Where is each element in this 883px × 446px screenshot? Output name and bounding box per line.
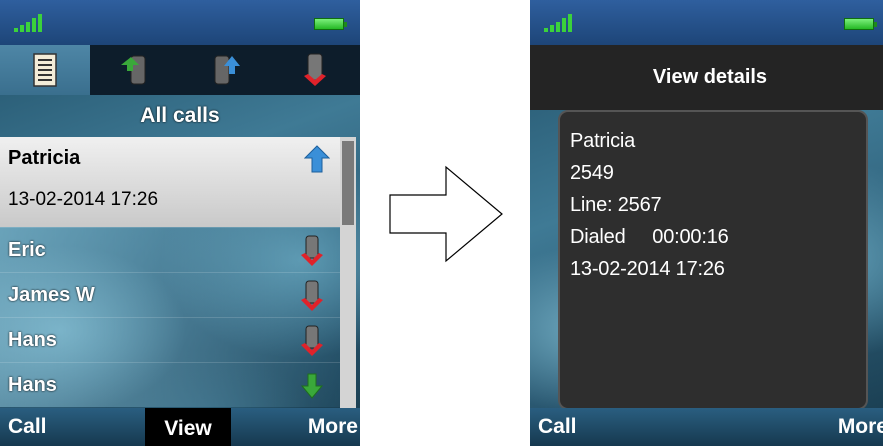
entry-name: Hans [8,374,57,396]
battery-icon [314,18,347,30]
entry-name: Eric [8,239,46,261]
detail-dialed: Dialed 00:00:16 [570,226,729,248]
incoming-arrow-icon [300,373,324,399]
more-softkey[interactable]: More [308,408,358,446]
detail-line: Line: 2567 [570,194,662,216]
outgoing-arrow-icon [304,145,330,173]
page-title: View details [530,45,883,110]
list-item[interactable]: Hans [0,317,340,362]
outgoing-call-icon [214,55,240,85]
scrollbar-thumb[interactable] [342,141,354,225]
entry-name: Patricia [8,147,81,169]
status-bar [0,0,360,45]
call-softkey[interactable]: Call [8,408,47,446]
call-softkey[interactable]: Call [538,408,577,446]
tab-all-calls[interactable] [0,45,90,95]
selected-call-entry[interactable]: Patricia 13-02-2014 17:26 [0,137,340,227]
battery-icon [844,18,877,30]
softkey-bar: Call View More [0,408,360,446]
entry-name: James W [8,284,95,306]
entry-datetime: 13-02-2014 17:26 [8,189,159,210]
call-type-tabs [0,45,360,95]
transition-arrow-icon [389,165,503,263]
detail-number: 2549 [570,162,614,184]
detail-datetime: 13-02-2014 17:26 [570,258,725,280]
list-item[interactable]: Hans [0,362,340,407]
scrollbar[interactable] [340,137,356,409]
tab-missed-calls[interactable] [270,45,360,95]
list-item[interactable]: James W [0,272,340,317]
signal-strength-icon [544,14,574,32]
softkey-bar: Call More [530,408,883,446]
status-bar [530,0,883,45]
missed-call-icon [304,53,326,86]
missed-call-icon [301,235,323,266]
detail-name: Patricia [570,130,636,152]
call-list-screen: All calls Patricia 13-02-2014 17:26 Eric… [0,0,360,446]
entry-name: Hans [8,329,57,351]
tab-incoming-calls[interactable] [90,45,180,95]
list-item[interactable]: Eric [0,227,340,272]
more-softkey[interactable]: More [838,408,883,446]
incoming-call-icon [121,55,146,85]
view-details-screen: View details Patricia 2549 Line: 2567 Di… [530,0,883,446]
view-softkey[interactable]: View [145,408,231,446]
tab-outgoing-calls[interactable] [180,45,270,95]
missed-call-icon [301,325,323,356]
details-panel: Patricia 2549 Line: 2567 Dialed 00:00:16… [558,110,868,410]
signal-strength-icon [14,14,44,32]
list-title: All calls [140,104,220,127]
call-list-icon [33,53,57,87]
missed-call-icon [301,280,323,311]
